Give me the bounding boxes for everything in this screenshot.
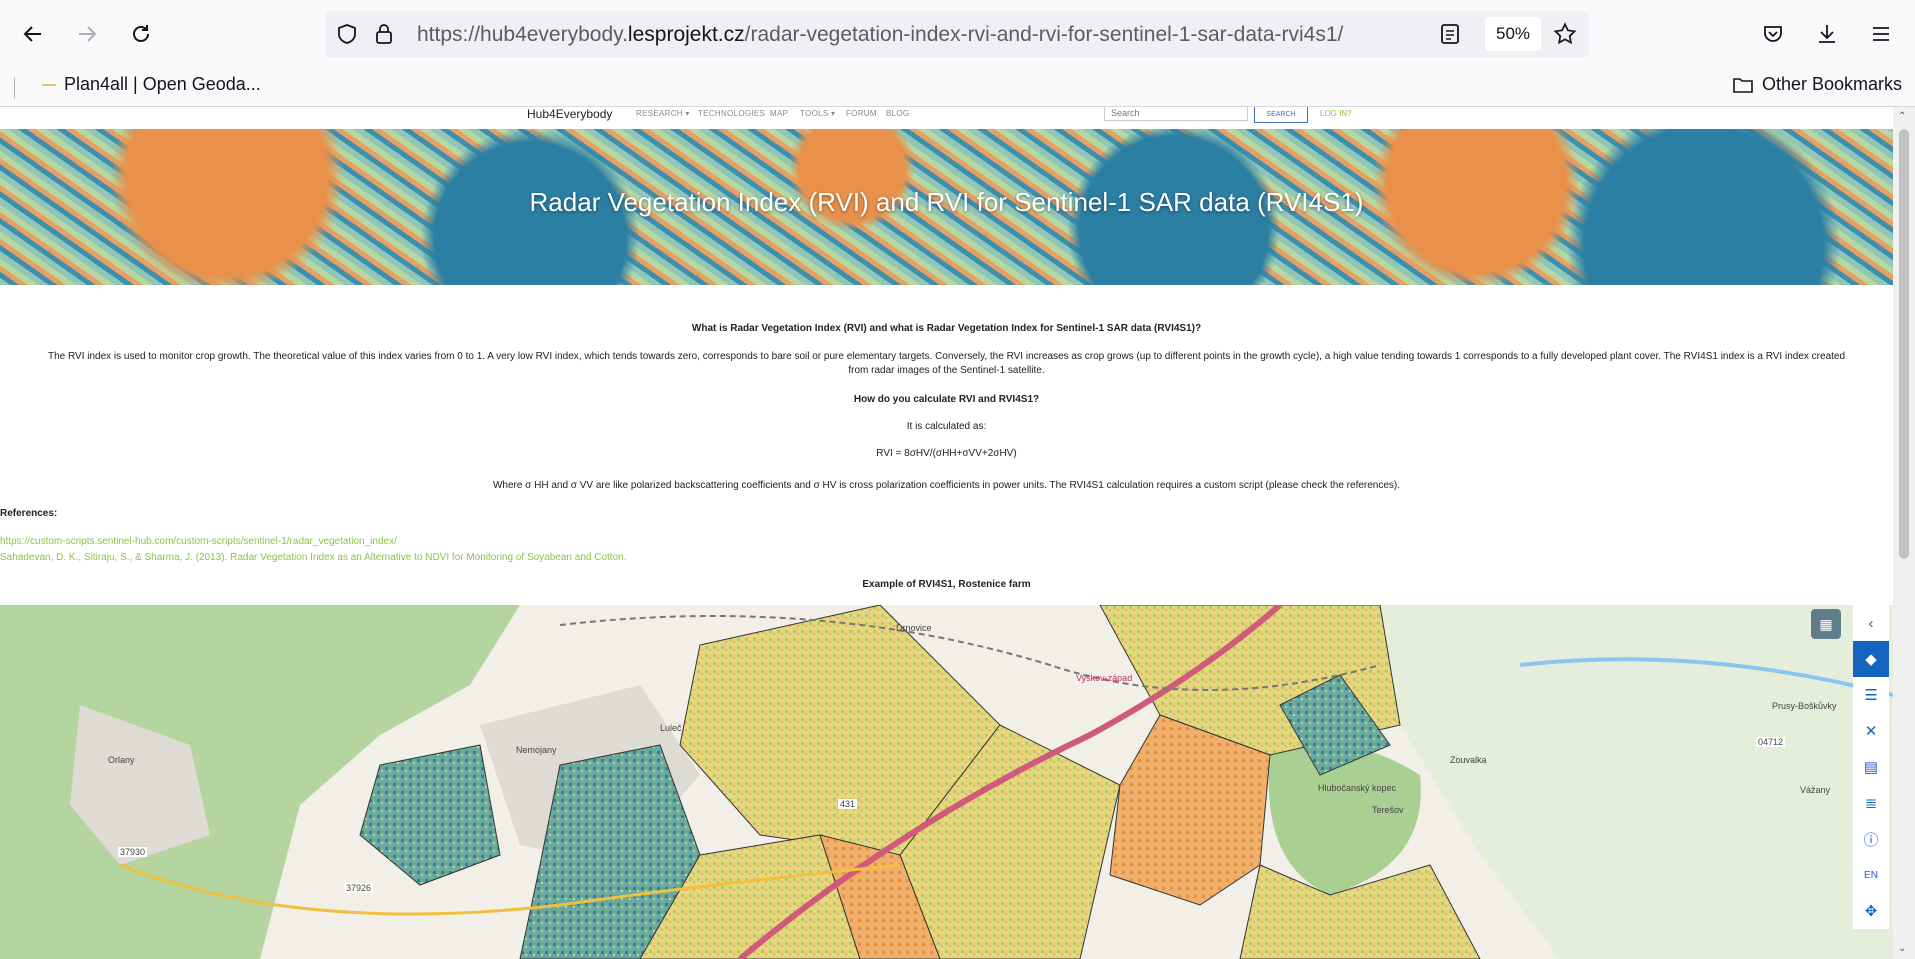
map-icon: ▦ (1819, 615, 1833, 632)
page-title: Radar Vegetation Index (RVI) and RVI for… (529, 187, 1364, 217)
reload-icon (133, 25, 149, 42)
map-label-lulec: Luleč (660, 723, 682, 733)
map-canvas[interactable] (0, 605, 1893, 959)
close-icon: ✕ (1864, 723, 1878, 740)
lock-icon[interactable] (373, 22, 395, 46)
panel-collapse-button[interactable]: ‹ (1853, 605, 1889, 641)
reference-link-sentinel-hub[interactable]: https://custom-scripts.sentinel-hub.com/… (0, 535, 397, 549)
page-viewport: Hub4Everybody RESEARCH ▾ TECHNOLOGIES MA… (0, 107, 1893, 959)
shield-icon[interactable] (335, 22, 359, 46)
bookmark-star-icon[interactable] (1552, 21, 1578, 47)
field-parcel (359, 744, 501, 886)
hlubocansky-forest (1268, 743, 1421, 895)
folder-icon (1733, 77, 1753, 93)
map-label-vyskov-zapad: Vyškov-západ (1076, 673, 1133, 683)
nav-technologies[interactable]: TECHNOLOGIES (698, 109, 765, 118)
road-number-37926: 37926 (344, 883, 374, 893)
move-icon: ✥ (1864, 903, 1878, 920)
road-number-431: 431 (838, 799, 858, 809)
rvi-description-line1: The RVI index is used to monitor crop gr… (47, 351, 1846, 362)
scroll-up-arrow-icon[interactable]: ⌃ (1898, 111, 1906, 122)
url-text[interactable]: https://hub4everybody.lesprojekt.cz/rada… (417, 23, 1343, 47)
other-bookmarks[interactable]: Other Bookmarks (1732, 74, 1902, 95)
scrollbar-thumb[interactable] (1899, 129, 1909, 559)
heading-what-is-rvi: What is Radar Vegetation Index (RVI) and… (691, 323, 1202, 334)
nav-tools[interactable]: TOOLS ▾ (800, 109, 835, 118)
list-icon: ☰ (1864, 687, 1878, 704)
language-button[interactable]: EN (1853, 857, 1889, 893)
references-label: References: (0, 508, 58, 519)
info-icon: ⓘ (1863, 831, 1879, 849)
info-button[interactable]: ⓘ (1853, 821, 1889, 857)
coefficients-explanation: Where σ HH and σ VV are like polarized b… (492, 480, 1401, 491)
database-icon: ≣ (1864, 795, 1878, 812)
bookmark-label: Plan4all | Open Geoda... (64, 74, 261, 94)
map-label-prusy-boskuvky: Prusy-Boškůvky (1772, 701, 1837, 711)
chevron-left-icon: ‹ (1868, 614, 1874, 632)
map-icon: ▤ (1863, 759, 1879, 776)
nav-research[interactable]: RESEARCH ▾ (636, 109, 690, 118)
map-label-zouvalka: Zouvalka (1450, 755, 1487, 765)
rvi-formula: RVI = 8σHV/(σHH+σVV+2σHV) (876, 448, 1017, 459)
bookmarks-bar: Plan4all | Open Geoda... Other Bookmarks (0, 70, 1915, 107)
download-icon (1819, 25, 1835, 43)
road-number-04712: 04712 (1756, 737, 1786, 747)
forward-button[interactable] (70, 17, 104, 51)
reader-view-icon[interactable] (1439, 22, 1461, 46)
map-label-nemojany: Nemojany (516, 745, 557, 755)
page-scrollbar[interactable]: ⌃ ⌄ (1893, 107, 1915, 959)
map-label-hlubocansky-kopec: Hlubočanský kopec (1318, 783, 1397, 793)
site-search-input[interactable] (1104, 107, 1248, 121)
bookmark-plan4all[interactable]: Plan4all | Open Geoda... (42, 74, 261, 95)
url-path: /radar-vegetation-index-rvi-and-rvi-for-… (744, 23, 1344, 46)
calc-intro: It is calculated as: (906, 421, 987, 432)
forward-arrow-icon (79, 26, 97, 42)
layers-icon: ◆ (1865, 651, 1877, 668)
measure-button[interactable]: ✕ (1853, 713, 1889, 749)
map-label-orlany: Orlany (108, 755, 135, 765)
reload-button[interactable] (124, 17, 158, 51)
menu-button[interactable] (1864, 17, 1898, 51)
datasources-button[interactable]: ≣ (1853, 785, 1889, 821)
login-link[interactable]: LOG IN? (1320, 109, 1352, 118)
url-domain: lesprojekt.cz (627, 23, 745, 46)
example-heading: Example of RVI4S1, Rostenice farm (862, 579, 1031, 590)
url-bar[interactable]: https://hub4everybody.lesprojekt.cz/rada… (325, 11, 1589, 57)
pocket-icon (1764, 26, 1782, 42)
zoom-level-badge[interactable]: 50% (1485, 17, 1541, 51)
rvi-description-line2: from radar images of the Sentinel-1 sate… (848, 365, 1045, 376)
map-viewer[interactable]: Orlany Nemojany Luleč Drnovice Vyškov-zá… (0, 605, 1893, 959)
map-label-terešov: Terešov (1372, 805, 1404, 815)
back-button[interactable] (16, 17, 50, 51)
basemap-switch-button[interactable]: ▦ (1811, 609, 1841, 639)
layers-button[interactable]: ◆ (1853, 641, 1889, 677)
url-prefix: https://hub4everybody. (417, 23, 628, 46)
nav-forum[interactable]: FORUM (846, 109, 877, 118)
browser-toolbar: https://hub4everybody.lesprojekt.cz/rada… (0, 0, 1915, 70)
nav-map[interactable]: MAP (770, 109, 788, 118)
pan-button[interactable]: ✥ (1853, 893, 1889, 929)
hero-banner: Radar Vegetation Index (RVI) and RVI for… (0, 129, 1893, 285)
reference-link-sahadevan[interactable]: Sahadevan, D. K., Sitiraju, S., & Sharma… (0, 551, 626, 565)
hamburger-menu-icon (1873, 27, 1889, 41)
legend-button[interactable]: ☰ (1853, 677, 1889, 713)
map-label-vazany: Vážany (1800, 785, 1831, 795)
downloads-button[interactable] (1810, 17, 1844, 51)
other-bookmarks-label: Other Bookmarks (1762, 74, 1903, 94)
favicon-icon (42, 83, 56, 86)
scroll-down-arrow-icon[interactable]: ⌄ (1898, 943, 1906, 954)
compositions-button[interactable]: ▤ (1853, 749, 1889, 785)
site-brand[interactable]: Hub4Everybody (527, 107, 612, 121)
site-navbar: Hub4Everybody RESEARCH ▾ TECHNOLOGIES MA… (0, 107, 1893, 129)
bookmarks-separator (14, 78, 15, 98)
map-label-drnovice: Drnovice (896, 623, 932, 633)
nav-blog[interactable]: BLOG (886, 109, 909, 118)
heading-how-calculate: How do you calculate RVI and RVI4S1? (853, 394, 1040, 405)
site-search-button[interactable]: SEARCH (1254, 107, 1308, 123)
road-number-37930: 37930 (118, 847, 148, 857)
back-arrow-icon (23, 26, 41, 42)
pocket-button[interactable] (1756, 17, 1790, 51)
